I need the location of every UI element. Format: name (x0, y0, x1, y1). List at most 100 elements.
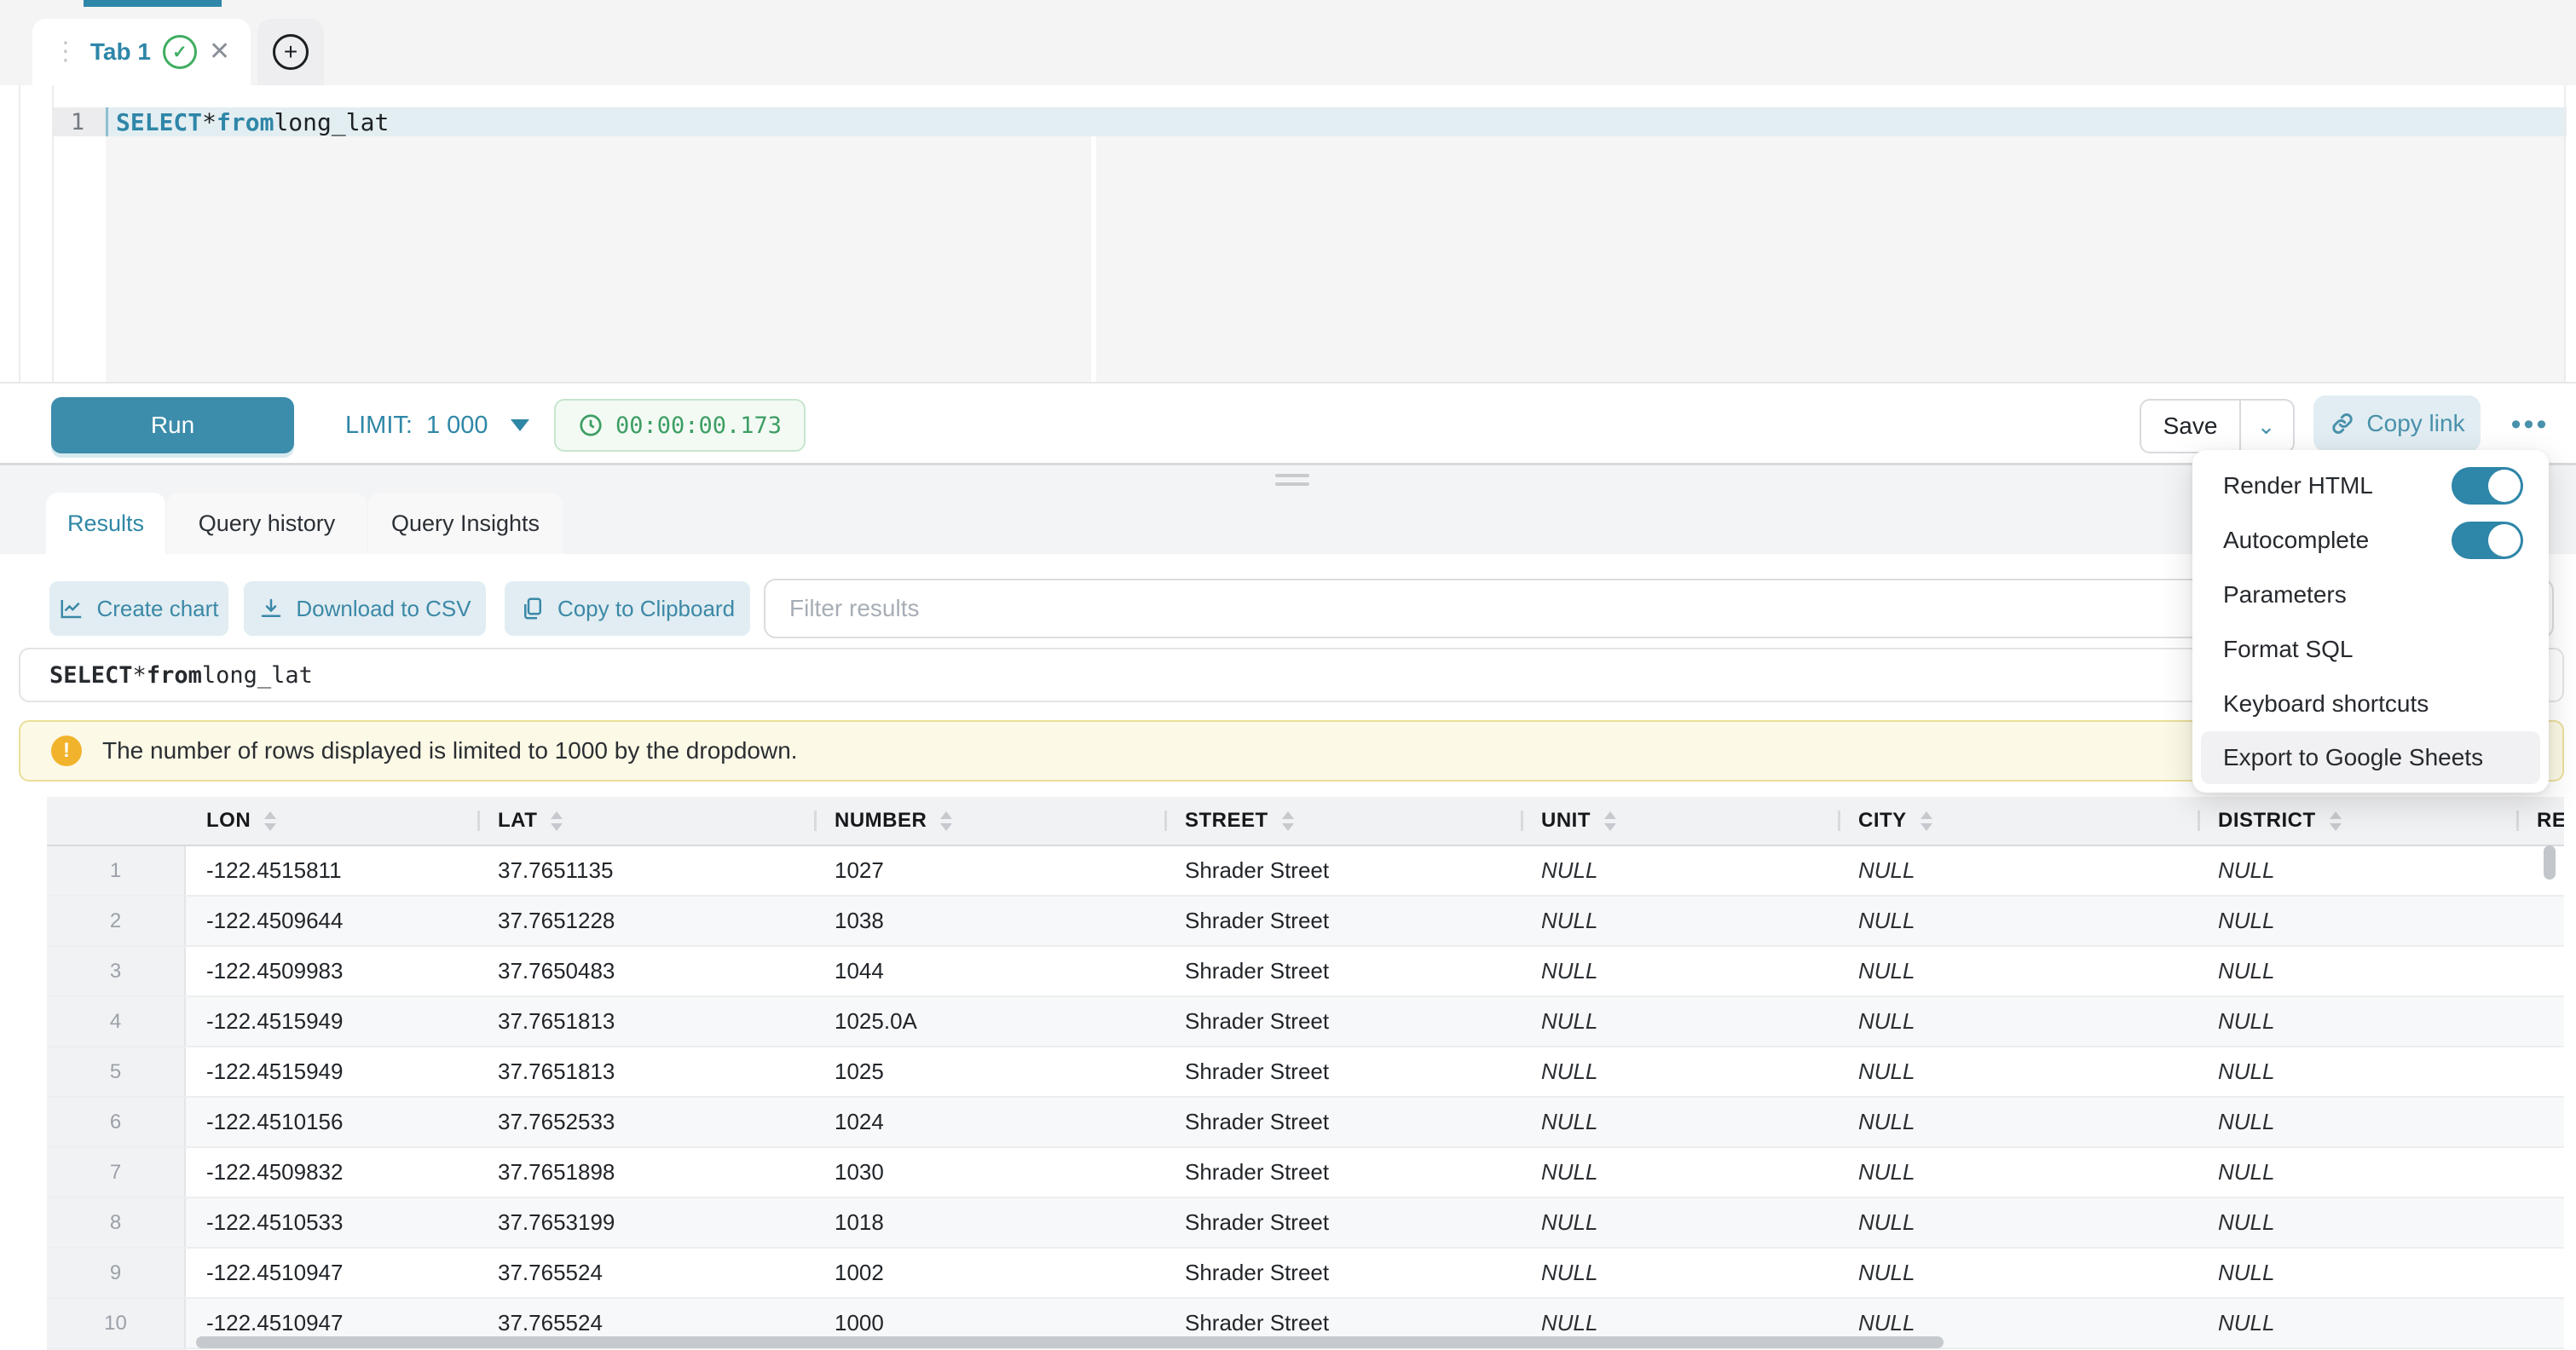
table-cell[interactable]: -122.4509832 (186, 1148, 477, 1197)
sort-icon[interactable] (1920, 811, 1932, 831)
sort-icon[interactable] (2330, 811, 2342, 831)
table-cell[interactable]: 37.765524 (477, 1249, 814, 1297)
table-cell[interactable]: 1002 (814, 1249, 1164, 1297)
table-cell[interactable]: 1025 (814, 1047, 1164, 1096)
close-tab-icon[interactable]: ✕ (209, 39, 230, 65)
table-cell[interactable] (2516, 897, 2564, 945)
table-cell[interactable]: 37.7652533 (477, 1098, 814, 1146)
table-row[interactable]: 7-122.450983237.76518981030Shrader Stree… (47, 1148, 2564, 1198)
table-cell[interactable]: NULL (1838, 1148, 2198, 1197)
table-cell[interactable] (2516, 1148, 2564, 1197)
table-cell[interactable]: NULL (1838, 997, 2198, 1046)
table-cell[interactable]: NULL (1838, 1098, 2198, 1146)
table-cell[interactable]: NULL (2198, 997, 2516, 1046)
table-cell[interactable]: 1025.0A (814, 997, 1164, 1046)
render-html-toggle[interactable] (2452, 467, 2523, 505)
column-header-lat[interactable]: LAT (477, 797, 814, 845)
results-table[interactable]: LONLATNUMBERSTREETUNITCITYDISTRICTRE1-12… (47, 797, 2564, 1350)
table-cell[interactable]: NULL (1838, 1198, 2198, 1247)
table-cell[interactable]: NULL (2198, 1198, 2516, 1247)
table-cell[interactable]: Shrader Street (1164, 1047, 1521, 1096)
table-row[interactable]: 1-122.451581137.76511351027Shrader Stree… (47, 846, 2564, 897)
table-cell[interactable]: Shrader Street (1164, 897, 1521, 945)
table-cell[interactable]: 1044 (814, 947, 1164, 995)
table-cell[interactable]: -122.4509644 (186, 897, 477, 945)
table-cell[interactable]: NULL (2198, 947, 2516, 995)
create-chart-button[interactable]: Create chart (49, 581, 228, 636)
table-cell[interactable]: -122.4515811 (186, 846, 477, 895)
table-row[interactable]: 9-122.451094737.7655241002Shrader Street… (47, 1249, 2564, 1299)
sort-icon[interactable] (264, 811, 276, 831)
editor-tab-1[interactable]: ⋮ Tab 1 ✓ ✕ (32, 19, 251, 85)
menu-item-export-google-sheets[interactable]: Export to Google Sheets (2201, 731, 2540, 784)
table-cell[interactable]: NULL (2198, 1249, 2516, 1297)
table-cell[interactable]: NULL (2198, 1047, 2516, 1096)
column-header-number[interactable]: NUMBER (814, 797, 1164, 845)
vertical-scrollbar[interactable] (2544, 845, 2556, 880)
table-row[interactable]: 8-122.451053337.76531991018Shrader Stree… (47, 1198, 2564, 1249)
sort-icon[interactable] (551, 811, 563, 831)
tab-results[interactable]: Results (46, 493, 165, 554)
table-cell[interactable]: NULL (1521, 897, 1838, 945)
code-line[interactable]: SELECT * from long_lat (116, 107, 389, 136)
new-tab-button[interactable]: + (257, 19, 324, 85)
table-cell[interactable]: 1027 (814, 846, 1164, 895)
table-cell[interactable]: NULL (1838, 897, 2198, 945)
menu-item-format-sql[interactable]: Format SQL (2192, 622, 2549, 677)
table-cell[interactable]: 37.7651813 (477, 1047, 814, 1096)
table-cell[interactable]: NULL (1838, 846, 2198, 895)
table-row[interactable]: 6-122.451015637.76525331024Shrader Stree… (47, 1098, 2564, 1148)
download-csv-button[interactable]: Download to CSV (244, 581, 486, 636)
table-cell[interactable] (2516, 1299, 2564, 1347)
table-cell[interactable]: NULL (1521, 1198, 1838, 1247)
table-cell[interactable]: NULL (1521, 846, 1838, 895)
menu-item-autocomplete[interactable]: Autocomplete (2192, 513, 2549, 568)
menu-item-parameters[interactable]: Parameters (2192, 568, 2549, 622)
table-cell[interactable]: NULL (1838, 947, 2198, 995)
table-cell[interactable]: Shrader Street (1164, 1098, 1521, 1146)
column-header-city[interactable]: CITY (1838, 797, 2198, 845)
table-cell[interactable]: 1024 (814, 1098, 1164, 1146)
table-cell[interactable]: 37.7653199 (477, 1198, 814, 1247)
table-cell[interactable]: NULL (1521, 997, 1838, 1046)
table-cell[interactable]: NULL (2198, 897, 2516, 945)
table-cell[interactable]: Shrader Street (1164, 1148, 1521, 1197)
column-header-district[interactable]: DISTRICT (2198, 797, 2516, 845)
table-cell[interactable]: NULL (1521, 1249, 1838, 1297)
sort-icon[interactable] (940, 811, 952, 831)
table-cell[interactable] (2516, 1098, 2564, 1146)
tab-query-insights[interactable]: Query Insights (368, 493, 563, 554)
table-cell[interactable]: Shrader Street (1164, 1249, 1521, 1297)
copy-clipboard-button[interactable]: Copy to Clipboard (505, 581, 750, 636)
table-cell[interactable]: 1018 (814, 1198, 1164, 1247)
sort-icon[interactable] (1604, 811, 1616, 831)
table-cell[interactable]: 37.7651813 (477, 997, 814, 1046)
table-cell[interactable]: -122.4510156 (186, 1098, 477, 1146)
table-cell[interactable] (2516, 1249, 2564, 1297)
table-cell[interactable] (2516, 846, 2564, 895)
table-cell[interactable]: 1038 (814, 897, 1164, 945)
save-button[interactable]: Save (2141, 401, 2239, 452)
table-cell[interactable]: NULL (1521, 1047, 1838, 1096)
autocomplete-toggle[interactable] (2452, 522, 2523, 559)
sort-icon[interactable] (1282, 811, 1294, 831)
column-header-street[interactable]: STREET (1164, 797, 1521, 845)
run-button[interactable]: Run (51, 397, 294, 453)
column-header-lon[interactable]: LON (186, 797, 477, 845)
table-row[interactable]: 5-122.451594937.76518131025Shrader Stree… (47, 1047, 2564, 1098)
resize-handle[interactable] (1275, 474, 1309, 477)
limit-dropdown[interactable]: LIMIT: 1 000 (345, 397, 529, 453)
resize-handle[interactable] (1275, 482, 1309, 486)
table-cell[interactable]: 1030 (814, 1148, 1164, 1197)
table-cell[interactable]: Shrader Street (1164, 997, 1521, 1046)
column-header-unit[interactable]: UNIT (1521, 797, 1838, 845)
save-split-button[interactable]: Save ⌄ (2140, 399, 2295, 453)
table-cell[interactable]: 37.7651898 (477, 1148, 814, 1197)
table-cell[interactable]: NULL (2198, 1148, 2516, 1197)
table-cell[interactable]: Shrader Street (1164, 846, 1521, 895)
table-cell[interactable]: NULL (1521, 1098, 1838, 1146)
menu-item-render-html[interactable]: Render HTML (2192, 459, 2549, 513)
table-cell[interactable]: NULL (1838, 1047, 2198, 1096)
table-cell[interactable]: Shrader Street (1164, 947, 1521, 995)
table-cell[interactable]: 37.7651135 (477, 846, 814, 895)
